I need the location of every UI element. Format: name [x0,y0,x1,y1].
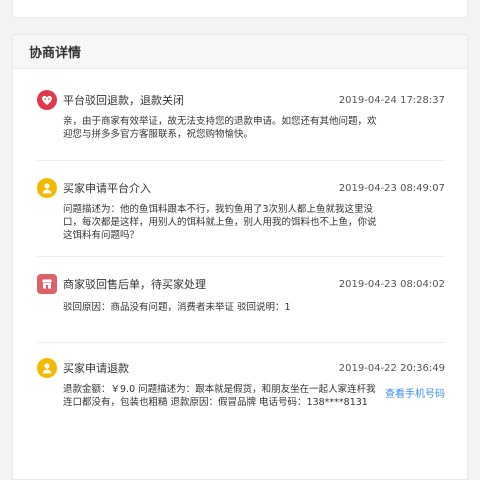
panel-title: 协商详情 [29,46,82,61]
user-avatar-icon [37,358,57,378]
previous-card [12,0,468,18]
entry-description-line: 问题描述为：他的鱼饵料跟本不行，我钓鱼用了3次别人都上鱼就我这里没 [63,204,374,215]
entry-description: 问题描述为：他的鱼饵料跟本不行，我钓鱼用了3次别人都上鱼就我这里没 口，每次都是… [63,203,445,242]
history-entry: 买家申请平台介入 2019-04-23 08:49:07 问题描述为：他的鱼饵料… [37,161,445,257]
entry-description-line: 亲，由于商家有效举证，故无法支持您的退款申请。如您还有其他问题，欢 [63,116,377,127]
history-entry: 平台驳回退款，退款关闭 2019-04-24 17:28:37 亲，由于商家有效… [37,69,445,161]
entry-description-line: 连口都没有，包装也粗糙 退款原因：假冒品牌 电话号码：138****8131 [63,397,368,408]
entry-timestamp: 2019-04-23 08:49:07 [338,182,445,194]
view-phone-number-link[interactable]: 查看手机号码 [385,385,445,400]
history-entry: 买家申请退款 2019-04-22 20:36:49 退款金额：￥9.0 问题描… [37,343,445,443]
entry-timestamp: 2019-04-24 17:28:37 [338,94,445,106]
negotiation-details-panel: 协商详情 平台驳回退款，退款关闭 2019-04-24 17:28:37 亲，由… [12,34,468,480]
history-entry: 商家驳回售后单，待买家处理 2019-04-23 08:04:02 驳回原因：商… [37,257,445,343]
entry-description-line: 驳回原因：商品没有问题，消费者未举证 驳回说明：1 [63,302,291,313]
entry-timestamp: 2019-04-23 08:04:02 [338,278,445,290]
entry-description-line: 口，每次都是这样，用别人的饵料就上鱼，别人用我的饵料也不上鱼，你说 [63,217,377,228]
entry-description-line: 退款金额：￥9.0 问题描述为：跟本就是假货，和朋友坐在一起人家连杆我 [63,384,376,395]
entry-description: 亲，由于商家有效举证，故无法支持您的退款申请。如您还有其他问题，欢 迎您与拼多多… [63,115,445,141]
entry-description: 驳回原因：商品没有问题，消费者未举证 驳回说明：1 [63,301,445,314]
entry-timestamp: 2019-04-22 20:36:49 [338,362,445,374]
panel-header: 协商详情 [13,35,467,69]
store-icon [37,274,57,294]
platform-logo-icon [37,90,57,110]
entry-description-line: 这饵料有问题吗？ [63,230,140,241]
user-avatar-icon [37,178,57,198]
entry-description: 退款金额：￥9.0 问题描述为：跟本就是假货，和朋友坐在一起人家连杆我 连口都没… [63,383,379,409]
entry-description-line: 迎您与拼多多官方客服联系，祝您购物愉快。 [63,129,254,140]
negotiation-history: 平台驳回退款，退款关闭 2019-04-24 17:28:37 亲，由于商家有效… [13,69,467,443]
